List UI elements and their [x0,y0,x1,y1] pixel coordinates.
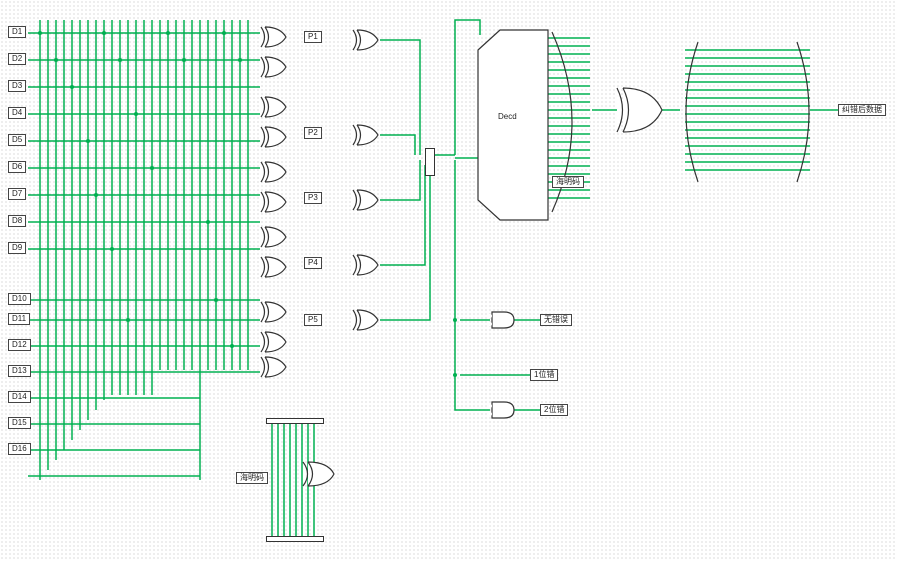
pin-d12[interactable]: D12 [8,339,31,351]
xor-gate-overall[interactable] [258,355,288,379]
xor-gate-s2-5[interactable] [350,308,380,332]
xor-gate-s1-7[interactable] [258,225,288,249]
pin-d16[interactable]: D16 [8,443,31,455]
splitter-bottom-bot[interactable] [266,536,324,542]
xor-gate-s2-2[interactable] [350,123,380,147]
pin-d3[interactable]: D3 [8,80,26,92]
pin-p4[interactable]: P4 [304,257,322,269]
decoder-block[interactable] [478,30,548,220]
xor-gate-s2-1[interactable] [350,28,380,52]
pin-d11[interactable]: D11 [8,313,30,325]
xor-gate-s2-3[interactable] [350,188,380,212]
and-gate-noerr[interactable] [490,310,516,330]
pin-no-error[interactable]: 无错误 [540,314,572,326]
xor-gate-s1-3[interactable] [258,95,288,119]
pin-one-bit-error[interactable]: 1位错 [530,369,558,381]
pin-d8[interactable]: D8 [8,215,26,227]
pin-p1[interactable]: P1 [304,31,322,43]
splitter-codeword[interactable] [425,148,435,176]
xor-gate-s1-10[interactable] [258,330,288,354]
xor-gate-s1-1[interactable] [258,25,288,49]
pin-p2[interactable]: P2 [304,127,322,139]
xor-gate-parity-all[interactable] [300,460,336,488]
pin-d5[interactable]: D5 [8,134,26,146]
pin-d9[interactable]: D9 [8,242,26,254]
pin-p5[interactable]: P5 [304,314,322,326]
xor-gate-correct[interactable] [614,86,664,134]
xor-gate-s1-8[interactable] [258,255,288,279]
pin-d14[interactable]: D14 [8,391,31,403]
pin-d4[interactable]: D4 [8,107,26,119]
pin-d13[interactable]: D13 [8,365,31,377]
pin-d10[interactable]: D10 [8,293,31,305]
pin-d2[interactable]: D2 [8,53,26,65]
pin-d7[interactable]: D7 [8,188,26,200]
and-gate-twoerr[interactable] [490,400,516,420]
pin-hamming-in[interactable]: 海明码 [236,472,268,484]
pin-d15[interactable]: D15 [8,417,31,429]
wire-layer [0,0,897,561]
splitter-out-left[interactable] [680,42,700,182]
xor-gate-s1-9[interactable] [258,300,288,324]
splitter-bottom-top[interactable] [266,418,324,424]
decoder-label: Decd [498,112,517,121]
pin-corrected-data[interactable]: 纠错后数据 [838,104,886,116]
xor-gate-s1-2[interactable] [258,55,288,79]
splitter-out-right[interactable] [795,42,815,182]
pin-p3[interactable]: P3 [304,192,322,204]
pin-d1[interactable]: D1 [8,26,26,38]
xor-gate-s1-4[interactable] [258,125,288,149]
pin-d6[interactable]: D6 [8,161,26,173]
pin-two-bit-error[interactable]: 2位错 [540,404,568,416]
pin-hamming-out[interactable]: 海明码 [552,176,584,188]
xor-gate-s2-4[interactable] [350,253,380,277]
xor-gate-s1-6[interactable] [258,190,288,214]
xor-gate-s1-5[interactable] [258,160,288,184]
